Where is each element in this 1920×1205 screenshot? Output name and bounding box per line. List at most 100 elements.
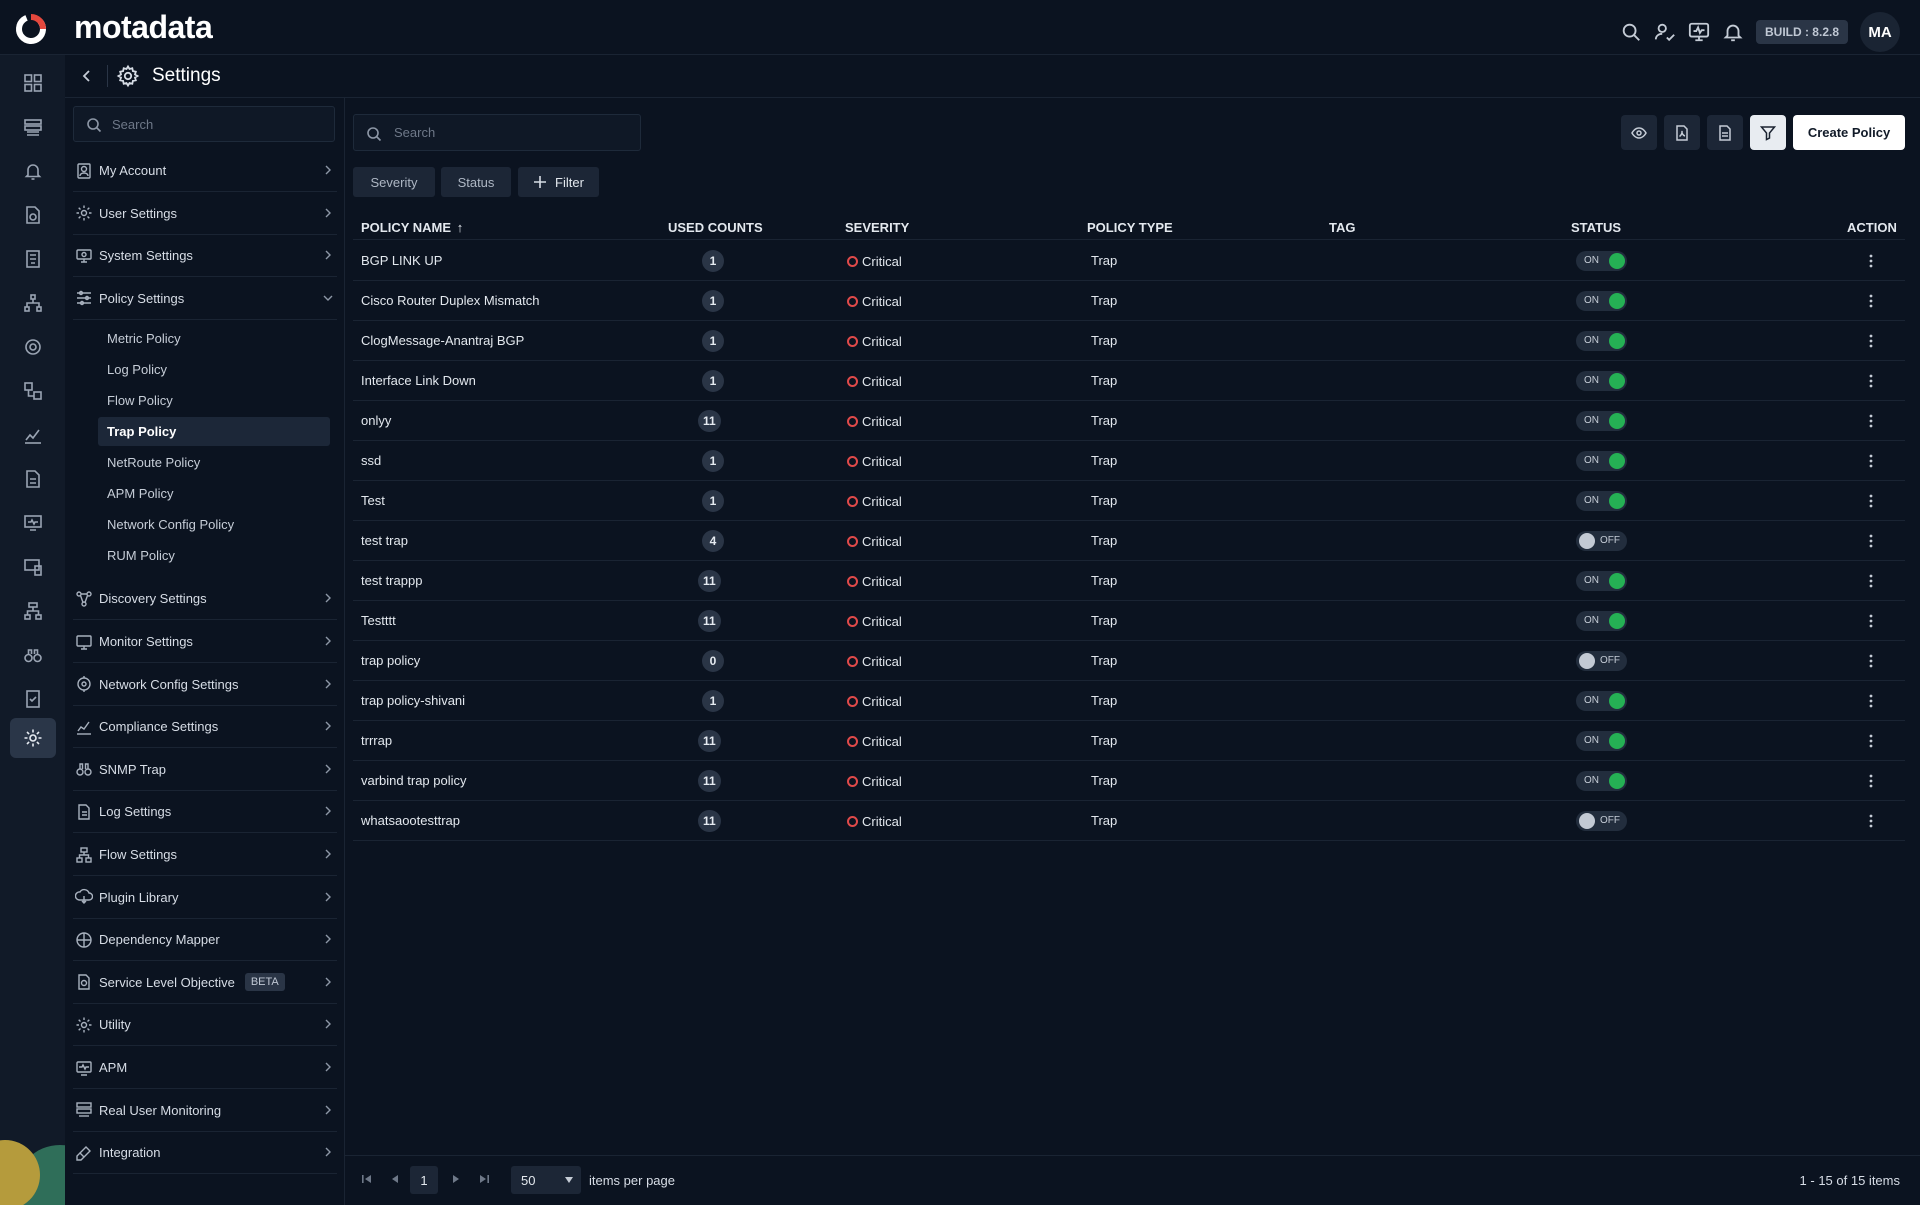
policy-name[interactable]: BGP LINK UP: [361, 253, 442, 268]
nav-item-dependency-mapper[interactable]: Dependency Mapper: [73, 919, 337, 962]
table-row[interactable]: Testttt 11 Critical Trap ON: [353, 601, 1905, 641]
nav-item-utility[interactable]: Utility: [73, 1004, 337, 1047]
status-toggle[interactable]: OFF: [1576, 651, 1627, 671]
dashboard-grid-icon[interactable]: [10, 63, 56, 103]
nav-item-flow-settings[interactable]: Flow Settings: [73, 834, 337, 876]
row-actions-kebab-icon[interactable]: [1861, 571, 1881, 591]
nav-item-integration[interactable]: Integration: [73, 1132, 337, 1175]
nav-item-snmp-trap[interactable]: SNMP Trap: [73, 749, 337, 791]
add-filter-chip[interactable]: Filter: [518, 167, 599, 197]
view-button[interactable]: [1621, 115, 1657, 150]
col-used-counts[interactable]: USED COUNTS: [668, 220, 763, 235]
settings-gear-icon[interactable]: [10, 718, 56, 758]
row-actions-kebab-icon[interactable]: [1861, 451, 1881, 471]
filter-toggle-button[interactable]: [1750, 115, 1786, 150]
status-toggle[interactable]: ON: [1576, 731, 1627, 751]
nav-item-system-settings[interactable]: System Settings: [73, 235, 337, 278]
policy-name[interactable]: Test: [361, 493, 385, 508]
apm-monitor-icon[interactable]: [10, 503, 56, 543]
nav-item-real-user-monitoring[interactable]: Real User Monitoring: [73, 1090, 337, 1132]
col-policy-type[interactable]: POLICY TYPE: [1087, 220, 1173, 235]
topology-icon[interactable]: [10, 283, 56, 323]
first-page-icon[interactable]: [361, 1173, 373, 1185]
policy-name[interactable]: onlyy: [361, 413, 391, 428]
table-row[interactable]: onlyy 11 Critical Trap ON: [353, 401, 1905, 441]
nav-item-compliance-settings[interactable]: Compliance Settings: [73, 706, 337, 749]
status-toggle[interactable]: ON: [1576, 691, 1627, 711]
sub-item-flow-policy[interactable]: Flow Policy: [98, 386, 330, 415]
nav-item-log-settings[interactable]: Log Settings: [73, 791, 337, 834]
table-row[interactable]: ClogMessage-Anantraj BGP 1 Critical Trap ON: [353, 321, 1905, 361]
status-toggle[interactable]: ON: [1576, 251, 1627, 271]
status-toggle[interactable]: OFF: [1576, 811, 1627, 831]
status-toggle[interactable]: ON: [1576, 451, 1627, 471]
row-actions-kebab-icon[interactable]: [1861, 771, 1881, 791]
next-page-icon[interactable]: [450, 1173, 462, 1185]
policy-name[interactable]: Interface Link Down: [361, 373, 476, 388]
policy-name[interactable]: trrrap: [361, 733, 392, 748]
metric-explorer-icon[interactable]: [10, 195, 56, 235]
current-page[interactable]: 1: [410, 1166, 438, 1194]
row-actions-kebab-icon[interactable]: [1861, 411, 1881, 431]
policy-name[interactable]: ssd: [361, 453, 381, 468]
nav-item-my-account[interactable]: My Account: [73, 150, 337, 192]
avatar[interactable]: MA: [1860, 12, 1900, 52]
table-row[interactable]: whatsaootesttrap 11 Critical Trap OFF: [353, 801, 1905, 841]
table-row[interactable]: test trap 4 Critical Trap OFF: [353, 521, 1905, 561]
status-toggle[interactable]: ON: [1576, 491, 1627, 511]
row-actions-kebab-icon[interactable]: [1861, 491, 1881, 511]
status-toggle[interactable]: ON: [1576, 291, 1627, 311]
row-actions-kebab-icon[interactable]: [1861, 331, 1881, 351]
policy-name[interactable]: test trappp: [361, 573, 422, 588]
row-actions-kebab-icon[interactable]: [1861, 371, 1881, 391]
status-toggle[interactable]: ON: [1576, 331, 1627, 351]
sub-item-trap-policy[interactable]: Trap Policy: [98, 417, 330, 447]
flow-network-icon[interactable]: [10, 591, 56, 631]
row-actions-kebab-icon[interactable]: [1861, 811, 1881, 831]
prev-page-icon[interactable]: [389, 1173, 401, 1185]
status-toggle[interactable]: ON: [1576, 371, 1627, 391]
row-actions-kebab-icon[interactable]: [1861, 611, 1881, 631]
table-row[interactable]: Cisco Router Duplex Mismatch 1 Critical Tra…: [353, 281, 1905, 321]
binoculars-icon[interactable]: [10, 635, 56, 675]
policy-name[interactable]: whatsaootesttrap: [361, 813, 460, 828]
policy-name[interactable]: trap policy-shivani: [361, 693, 465, 708]
alerts-bell-icon[interactable]: [10, 151, 56, 191]
policy-name[interactable]: trap policy: [361, 653, 420, 668]
table-row[interactable]: Interface Link Down 1 Critical Trap ON: [353, 361, 1905, 401]
nav-item-plugin-library[interactable]: Plugin Library: [73, 877, 337, 919]
audit-icon[interactable]: [10, 679, 56, 719]
table-row[interactable]: trap policy-shivani 1 Critical Trap ON: [353, 681, 1905, 721]
table-row[interactable]: trap policy 0 Critical Trap OFF: [353, 641, 1905, 681]
nav-search-input[interactable]: [112, 107, 327, 141]
table-row[interactable]: Test 1 Critical Trap ON: [353, 481, 1905, 521]
export-csv-button[interactable]: [1707, 115, 1743, 150]
report-icon[interactable]: [10, 239, 56, 279]
status-toggle[interactable]: ON: [1576, 571, 1627, 591]
nav-item-apm[interactable]: APM: [73, 1047, 337, 1089]
col-status[interactable]: STATUS: [1571, 220, 1621, 235]
status-toggle[interactable]: OFF: [1576, 531, 1627, 551]
sub-item-netroute-policy[interactable]: NetRoute Policy: [98, 448, 330, 477]
row-actions-kebab-icon[interactable]: [1861, 531, 1881, 551]
nav-item-policy-settings[interactable]: Policy Settings: [73, 278, 337, 320]
table-row[interactable]: BGP LINK UP 1 Critical Trap ON: [353, 241, 1905, 281]
policy-name[interactable]: ClogMessage-Anantraj BGP: [361, 333, 524, 348]
table-row[interactable]: test trappp 11 Critical Trap ON: [353, 561, 1905, 601]
status-filter-chip[interactable]: Status: [441, 167, 511, 197]
col-tag[interactable]: TAG: [1329, 220, 1355, 235]
col-severity[interactable]: SEVERITY: [845, 220, 909, 235]
back-chevron-icon[interactable]: [77, 66, 97, 86]
severity-filter-chip[interactable]: Severity: [353, 167, 435, 197]
nav-item-network-config-settings[interactable]: Network Config Settings: [73, 664, 337, 706]
col-policy-name[interactable]: POLICY NAME ↑: [361, 220, 463, 235]
sub-item-log-policy[interactable]: Log Policy: [98, 355, 330, 384]
policy-name[interactable]: Cisco Router Duplex Mismatch: [361, 293, 539, 308]
policy-name[interactable]: test trap: [361, 533, 408, 548]
row-actions-kebab-icon[interactable]: [1861, 291, 1881, 311]
config-icon[interactable]: [10, 371, 56, 411]
status-toggle[interactable]: ON: [1576, 411, 1627, 431]
last-page-icon[interactable]: [478, 1173, 490, 1185]
per-page-select[interactable]: 50: [511, 1166, 581, 1194]
radar-icon[interactable]: [10, 327, 56, 367]
